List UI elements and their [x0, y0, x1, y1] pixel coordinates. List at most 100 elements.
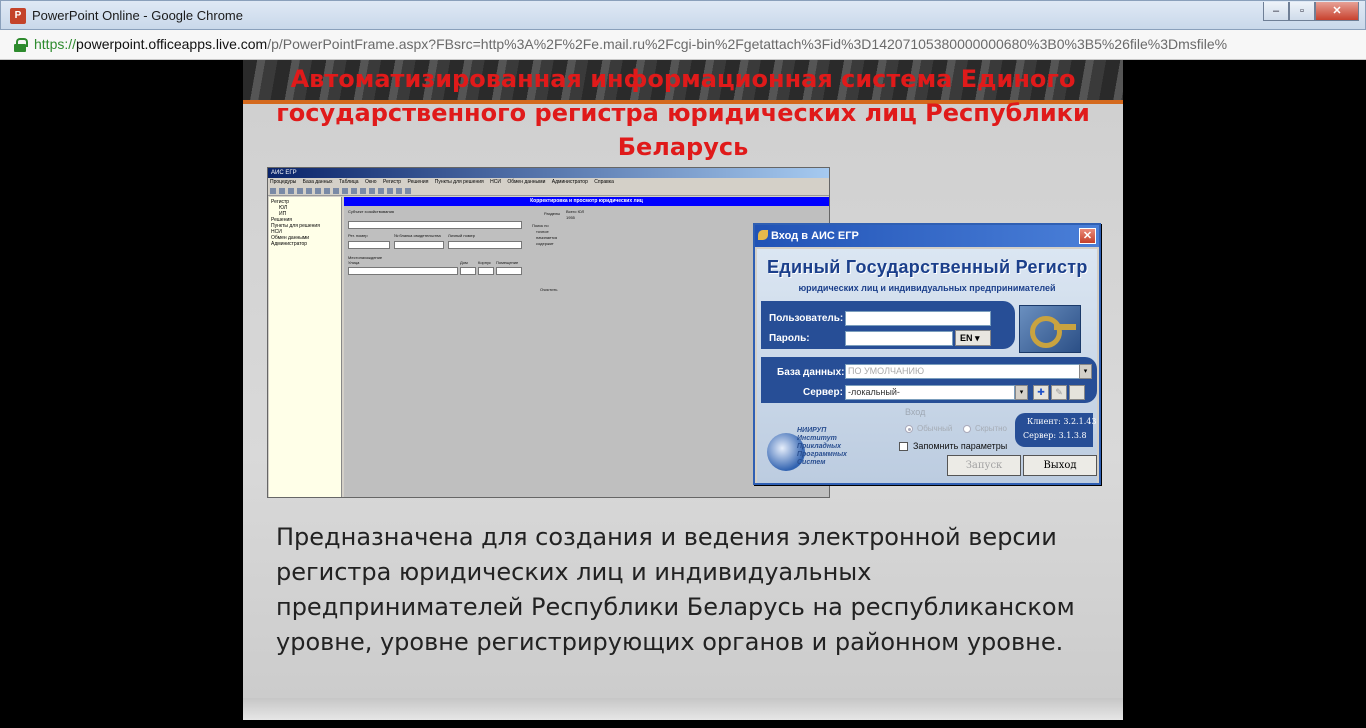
db-label: База данных: [777, 367, 845, 378]
exit-button[interactable]: Выход [1023, 455, 1097, 476]
slide-body-line3: предпринимателей Республики Беларусь на … [276, 593, 1075, 621]
corp-field [478, 267, 494, 275]
url-scheme: https:// [34, 36, 77, 52]
toolbar-icon [396, 187, 402, 194]
page-viewport: Автоматизированная информационная систем… [0, 60, 1366, 728]
logo-text-line: Систем [797, 459, 826, 466]
logo-text-line: Институт [797, 435, 837, 442]
slide-title-line2: государственного регистра юридических ли… [276, 99, 1090, 161]
login-title: Вход в АИС ЕГР [771, 230, 859, 242]
app-toolbar [268, 186, 829, 196]
url-path: /p/PowerPointFrame.aspx?FBsrc=http%3A%2F… [267, 36, 1228, 52]
slide-body-text: Предназначена для создания и ведения эле… [276, 520, 1096, 660]
client-version: Клиент: 3.2.1.43 [1027, 417, 1097, 426]
app-screenshot: АИС ЕГР Процедуры База данных Таблица Ок… [267, 167, 830, 498]
lock-icon[interactable] [14, 38, 28, 52]
toolbar-icon [387, 187, 393, 194]
minimize-button[interactable]: – [1263, 2, 1289, 21]
app-tree: Регистр ЮЛ ИП Решения Пункты для решения… [269, 197, 342, 497]
add-server-icon[interactable]: ✚ [1033, 385, 1049, 400]
db-dropdown-arrow[interactable]: ▾ [1079, 364, 1092, 379]
window-title: PowerPoint Online - Google Chrome [32, 8, 243, 23]
label-house: Дом [460, 260, 468, 265]
label-certnum: № бланка свидетельства [394, 233, 441, 238]
label-street: Улица [348, 260, 360, 265]
label-clear: Очистить [540, 287, 558, 292]
toolbar-icon [378, 187, 384, 194]
slide-body-line1: Предназначена для создания и ведения эле… [276, 523, 1057, 551]
mode-hidden-radio[interactable] [963, 425, 971, 433]
db-select[interactable]: ПО УМОЛЧАНИЮ [845, 364, 1081, 379]
server-option-button[interactable] [1069, 385, 1085, 400]
app-menu-item: Справка [594, 179, 614, 185]
logo-text: НИИРУП Институт Прикладных Программных С… [797, 427, 847, 467]
room-field [496, 267, 522, 275]
label-search: Поиск по [532, 223, 549, 228]
app-menu-item: Регистр [382, 179, 402, 185]
toolbar-icon [324, 187, 330, 194]
start-button[interactable]: Запуск [947, 455, 1021, 476]
label-contains: содержит [536, 241, 554, 246]
label-exact: точное [536, 229, 549, 234]
toolbar-icon [270, 187, 276, 194]
language-button[interactable]: EN ▾ [955, 330, 991, 346]
login-heading: Единый Государственный Регистр [767, 257, 1088, 277]
label-regnum: Рег. номер [348, 233, 368, 238]
login-close-button[interactable]: ✕ [1079, 228, 1096, 244]
remember-checkbox[interactable] [899, 442, 908, 451]
slide-title-line1: Автоматизированная информационная систем… [290, 65, 1076, 93]
app-title: АИС ЕГР [268, 168, 829, 178]
slide-footer [243, 698, 1123, 720]
password-input[interactable] [845, 331, 953, 346]
url-text[interactable]: https://powerpoint.officeapps.live.com/p… [34, 36, 1344, 52]
house-field [460, 267, 476, 275]
mode-normal-radio[interactable] [905, 425, 913, 433]
label-corp: Корпус [478, 260, 491, 265]
app-menu-item: Окно [364, 179, 377, 185]
certnum-field [394, 241, 444, 249]
niirup-logo: НИИРУП Институт Прикладных Программных С… [767, 423, 863, 473]
toolbar-icon [342, 187, 348, 194]
app-menu-item: Процедуры [270, 179, 297, 185]
server-version: Сервер: 3.1.3.8 [1023, 431, 1087, 440]
url-host: powerpoint.officeapps.live.com [76, 36, 268, 52]
street-field [348, 267, 458, 275]
address-bar[interactable]: https://powerpoint.officeapps.live.com/p… [0, 30, 1366, 60]
app-menu-item: Обмен данными [507, 179, 546, 185]
label-room: Помещение [496, 260, 519, 265]
maximize-button[interactable]: ▫ [1289, 2, 1315, 21]
slide-body-line4: уровне, уровне регистрирующих органов и … [276, 628, 1064, 656]
label-subject: Субъект хозяйствования [348, 209, 394, 214]
user-input[interactable] [845, 311, 991, 326]
remember-label: Запомнить параметры [913, 441, 1008, 451]
mode-hidden-label: Скрытно [975, 424, 1008, 433]
toolbar-icon [315, 187, 321, 194]
app-menu: Процедуры База данных Таблица Окно Регис… [268, 178, 829, 186]
language-label: EN [960, 333, 973, 343]
personal-field [448, 241, 522, 249]
app-menu-item: НСИ [490, 179, 501, 185]
mode-label: Вход [905, 407, 926, 417]
toolbar-icon [360, 187, 366, 194]
server-select[interactable]: -локальный- [845, 385, 1015, 400]
server-dropdown-arrow[interactable]: ▾ [1015, 385, 1028, 400]
label-total-value: 1955 [566, 215, 575, 220]
login-body: Единый Государственный Регистр юридическ… [757, 249, 1097, 483]
slide-body-line2: регистра юридических лиц и индивидуальны… [276, 558, 872, 586]
app-menu-item: Решения [407, 179, 429, 185]
key-icon [758, 230, 768, 240]
edit-server-icon[interactable]: ✎ [1051, 385, 1067, 400]
subject-field [348, 221, 522, 229]
pass-label: Пароль: [769, 333, 810, 344]
mode-normal-label: Обычный [917, 424, 953, 433]
logo-text-line: Программных [797, 451, 847, 458]
toolbar-icon [351, 187, 357, 194]
label-personal: Личный номер [448, 233, 476, 238]
powerpoint-icon: P [10, 8, 26, 24]
logo-text-line: НИИРУП [797, 427, 827, 434]
toolbar-icon [288, 187, 294, 194]
app-menu-item: Пункты для решения [434, 179, 484, 185]
toolbar-icon [306, 187, 312, 194]
app-menu-item: База данных [302, 179, 333, 185]
close-button[interactable]: ✕ [1315, 2, 1359, 21]
